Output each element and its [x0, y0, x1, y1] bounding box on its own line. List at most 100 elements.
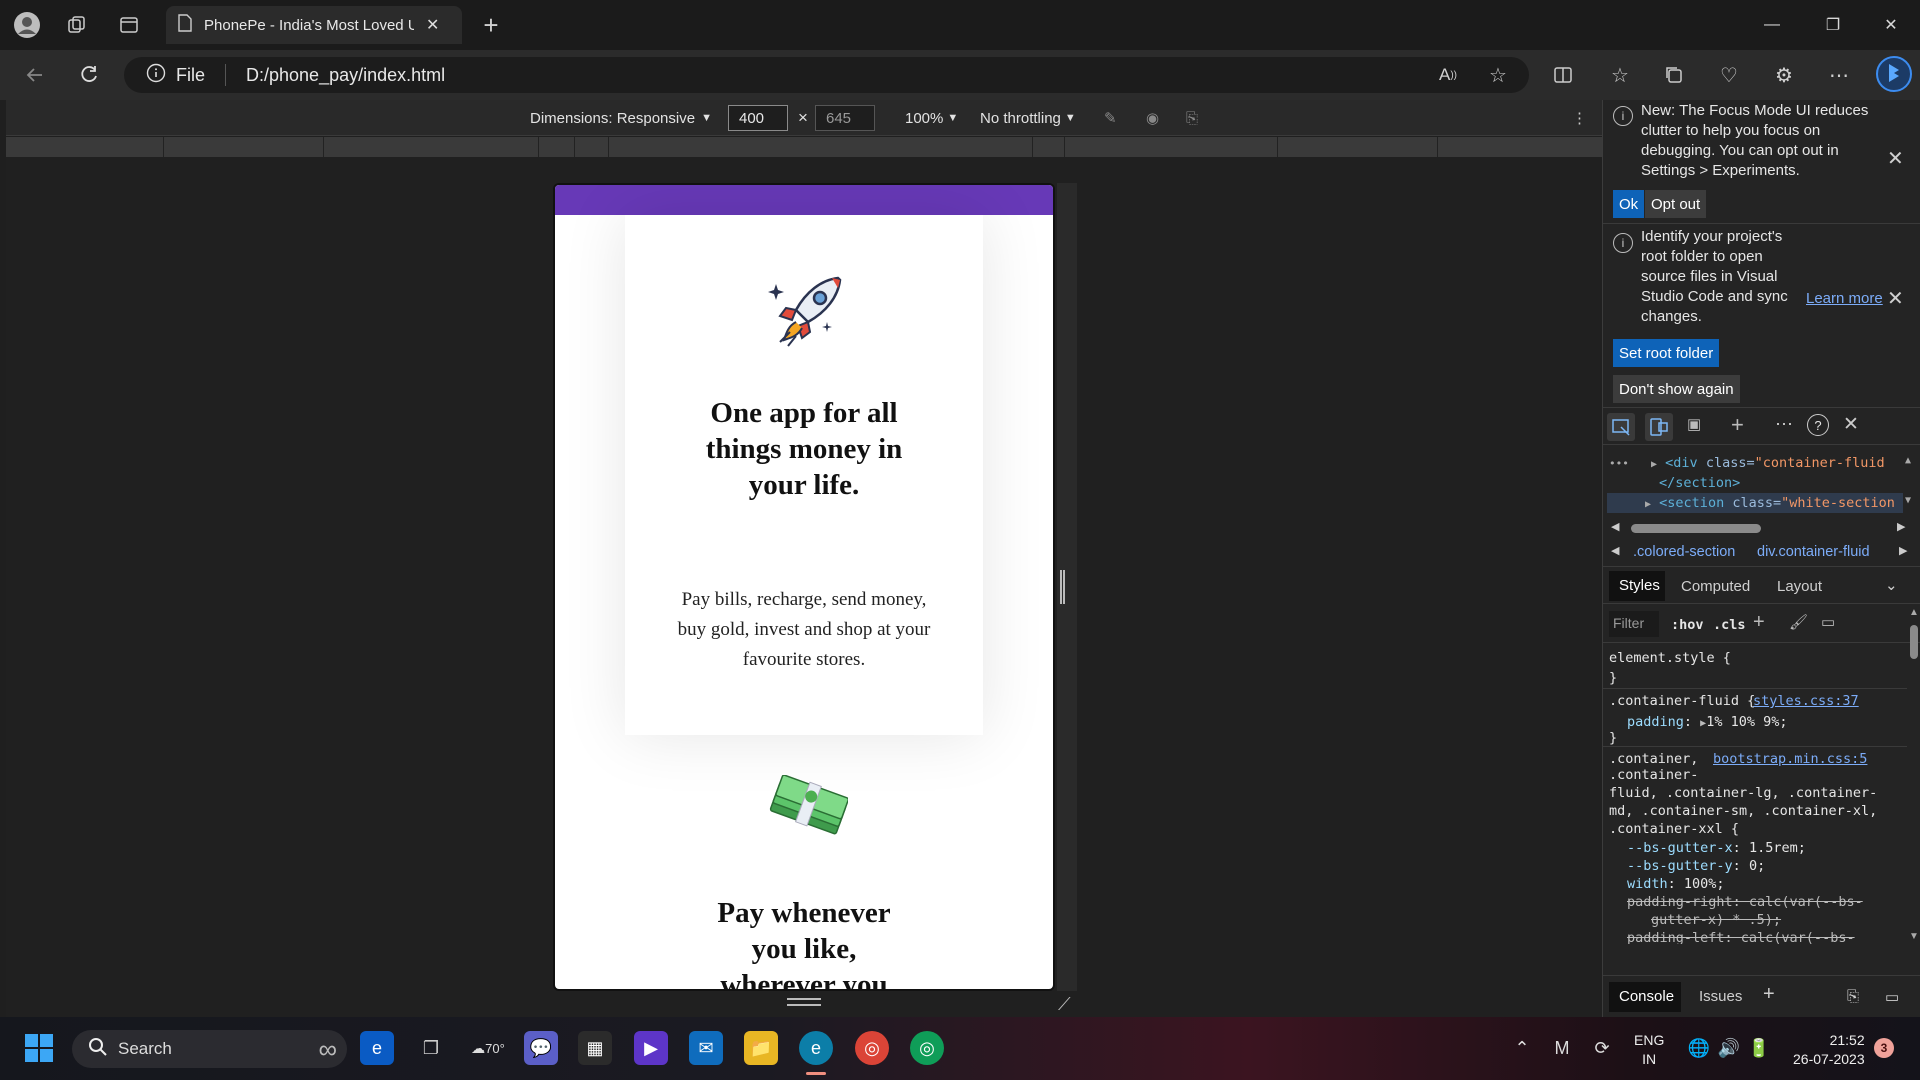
- close-notice-icon[interactable]: ✕: [1887, 146, 1904, 171]
- profile-avatar[interactable]: [12, 10, 42, 40]
- toggle-sidebar-icon[interactable]: ▭: [1821, 613, 1835, 631]
- clipchamp-icon[interactable]: ▶: [634, 1031, 668, 1065]
- close-drawer-icon[interactable]: ▭: [1885, 988, 1899, 1006]
- extensions-icon[interactable]: ⚙: [1769, 60, 1799, 90]
- set-root-folder-button[interactable]: Set root folder: [1613, 339, 1720, 367]
- bootstrap-source-link[interactable]: bootstrap.min.css:5: [1713, 751, 1867, 767]
- new-tab-button[interactable]: +: [476, 10, 506, 40]
- dom-node-div[interactable]: ▶ <div class="container-fluid: [1651, 455, 1903, 471]
- close-window-button[interactable]: ✕: [1876, 12, 1906, 38]
- width-input[interactable]: 400: [728, 105, 788, 131]
- split-screen-icon[interactable]: [1548, 60, 1578, 90]
- dom-horizontal-scrollbar[interactable]: ◀ ▶: [1607, 520, 1917, 536]
- refresh-icon[interactable]: [74, 60, 104, 90]
- resize-handle-right[interactable]: [1060, 570, 1065, 604]
- help-icon[interactable]: ?: [1807, 414, 1829, 436]
- tray-overflow-chevron-icon[interactable]: ⌃: [1505, 1031, 1539, 1065]
- tab-close-icon[interactable]: ✕: [426, 15, 439, 35]
- media-segment[interactable]: [575, 137, 609, 157]
- rule-padding-left-declaration[interactable]: padding-left: calc(var(--bs-: [1627, 930, 1907, 944]
- workspaces-icon[interactable]: [62, 10, 92, 40]
- teams-chat-icon[interactable]: 💬: [524, 1031, 558, 1065]
- minimize-button[interactable]: —: [1757, 12, 1787, 38]
- read-aloud-icon[interactable]: A)): [1433, 60, 1463, 90]
- resize-corner-icon[interactable]: ⟋: [1058, 994, 1071, 1015]
- breadcrumb-item[interactable]: .colored-section: [1633, 544, 1735, 560]
- cls-toggle[interactable]: .cls: [1713, 617, 1746, 633]
- resize-handle-bottom[interactable]: [787, 998, 821, 1006]
- url-text[interactable]: D:/phone_pay/index.html: [246, 65, 445, 86]
- dimensions-dropdown[interactable]: Dimensions: Responsive ▼: [530, 100, 712, 136]
- close-notice-icon[interactable]: ✕: [1887, 286, 1904, 311]
- back-arrow-icon[interactable]: [20, 60, 50, 90]
- favorite-star-icon[interactable]: ☆: [1483, 60, 1513, 90]
- language-indicator[interactable]: ENG IN: [1634, 1031, 1664, 1069]
- task-view-icon[interactable]: ❐: [414, 1031, 448, 1065]
- rule-element-style-selector[interactable]: element.style {: [1609, 650, 1731, 666]
- tab-styles[interactable]: Styles: [1609, 571, 1665, 601]
- styles-scrollbar[interactable]: ▲ ▼: [1907, 605, 1920, 945]
- media-segment[interactable]: [1278, 137, 1438, 157]
- opt-out-button[interactable]: Opt out: [1645, 190, 1707, 218]
- dock-drawer-icon[interactable]: ⎘: [1847, 988, 1859, 1005]
- paint-brush-icon[interactable]: 🖌: [1789, 613, 1808, 631]
- more-tools-plus-icon[interactable]: +: [1731, 412, 1744, 438]
- media-segment[interactable]: [999, 137, 1033, 157]
- breadcrumb-right-icon[interactable]: ▶: [1899, 544, 1907, 557]
- mail-icon[interactable]: ✉: [689, 1031, 723, 1065]
- windows-start-icon[interactable]: [22, 1031, 56, 1065]
- rule-gutter-y-declaration[interactable]: --bs-gutter-y: 0;: [1627, 858, 1765, 874]
- favorites-icon[interactable]: ☆: [1605, 60, 1635, 90]
- media-segment[interactable]: [164, 137, 324, 157]
- media-segment[interactable]: [324, 137, 539, 157]
- battery-icon[interactable]: 🔋: [1742, 1031, 1776, 1065]
- devtools-menu-icon[interactable]: ⋯: [1775, 414, 1793, 435]
- edge-browser-icon[interactable]: e: [799, 1031, 833, 1065]
- sensors-pen-icon[interactable]: ✎: [1104, 100, 1117, 136]
- tab-console[interactable]: Console: [1609, 982, 1681, 1012]
- tab-issues[interactable]: Issues: [1699, 988, 1742, 1005]
- chrome-icon[interactable]: ◎: [855, 1031, 889, 1065]
- notification-badge[interactable]: 3: [1874, 1038, 1894, 1058]
- sync-icon[interactable]: ⟳: [1585, 1031, 1619, 1065]
- antivirus-icon[interactable]: M: [1545, 1031, 1579, 1065]
- dom-node-section-close[interactable]: </section>: [1659, 475, 1740, 491]
- media-segment[interactable]: [1065, 137, 1278, 157]
- device-toolbar-more-icon[interactable]: ⋮: [1572, 100, 1587, 136]
- inspect-element-icon[interactable]: [1607, 413, 1635, 441]
- new-style-rule-icon[interactable]: +: [1753, 611, 1765, 634]
- browser-essentials-icon[interactable]: ♡: [1714, 60, 1744, 90]
- hov-toggle[interactable]: :hov: [1671, 617, 1704, 633]
- rule-container-selector[interactable]: .container,: [1609, 751, 1698, 767]
- dock-panel-icon[interactable]: ▣: [1687, 415, 1701, 433]
- rule-width-declaration[interactable]: width: 100%;: [1627, 876, 1725, 892]
- url-bar[interactable]: File D:/phone_pay/index.html: [124, 57, 1529, 93]
- taskbar-search[interactable]: Search ∞: [72, 1030, 347, 1068]
- dom-node-section[interactable]: ▶ <section class="white-section: [1607, 493, 1903, 513]
- rule-padding-right-declaration[interactable]: padding-right: calc(var(--bs-: [1627, 894, 1907, 910]
- scroll-up-arrow-icon[interactable]: ▲: [1905, 455, 1911, 466]
- throttling-dropdown[interactable]: No throttling ▼: [980, 100, 1076, 136]
- restore-button[interactable]: ❐: [1818, 12, 1848, 38]
- breadcrumb-left-icon[interactable]: ◀: [1611, 544, 1619, 557]
- tabs-overflow-chevron-icon[interactable]: ⌄: [1885, 576, 1898, 594]
- volume-icon[interactable]: 🔊: [1712, 1031, 1746, 1065]
- network-globe-icon[interactable]: 🌐: [1682, 1031, 1716, 1065]
- copilot-icon[interactable]: [1874, 54, 1914, 94]
- rule-gutter-x-declaration[interactable]: --bs-gutter-x: 1.5rem;: [1627, 840, 1806, 856]
- rule-padding-declaration[interactable]: padding: ▶1% 10% 9%;: [1627, 714, 1787, 730]
- height-input[interactable]: 645: [815, 105, 875, 131]
- zoom-dropdown[interactable]: 100% ▼: [905, 100, 958, 136]
- close-devtools-icon[interactable]: ✕: [1843, 413, 1859, 436]
- ellipsis-icon[interactable]: •••: [1609, 457, 1629, 470]
- styles-filter-input[interactable]: Filter: [1609, 611, 1659, 637]
- media-query-ruler[interactable]: [6, 137, 1602, 157]
- rule-container-fluid-selector[interactable]: .container-fluid {: [1609, 693, 1755, 709]
- collections-icon[interactable]: [1659, 60, 1689, 90]
- scroll-down-arrow-icon[interactable]: ▼: [1905, 495, 1911, 506]
- microsoft-store-icon[interactable]: ▦: [578, 1031, 612, 1065]
- weather-widget[interactable]: ☁ 70°: [468, 1031, 508, 1065]
- dont-show-again-button[interactable]: Don't show again: [1613, 375, 1740, 403]
- clock[interactable]: 21:52 26-07-2023: [1793, 1031, 1865, 1069]
- learn-more-link[interactable]: Learn more: [1806, 290, 1883, 307]
